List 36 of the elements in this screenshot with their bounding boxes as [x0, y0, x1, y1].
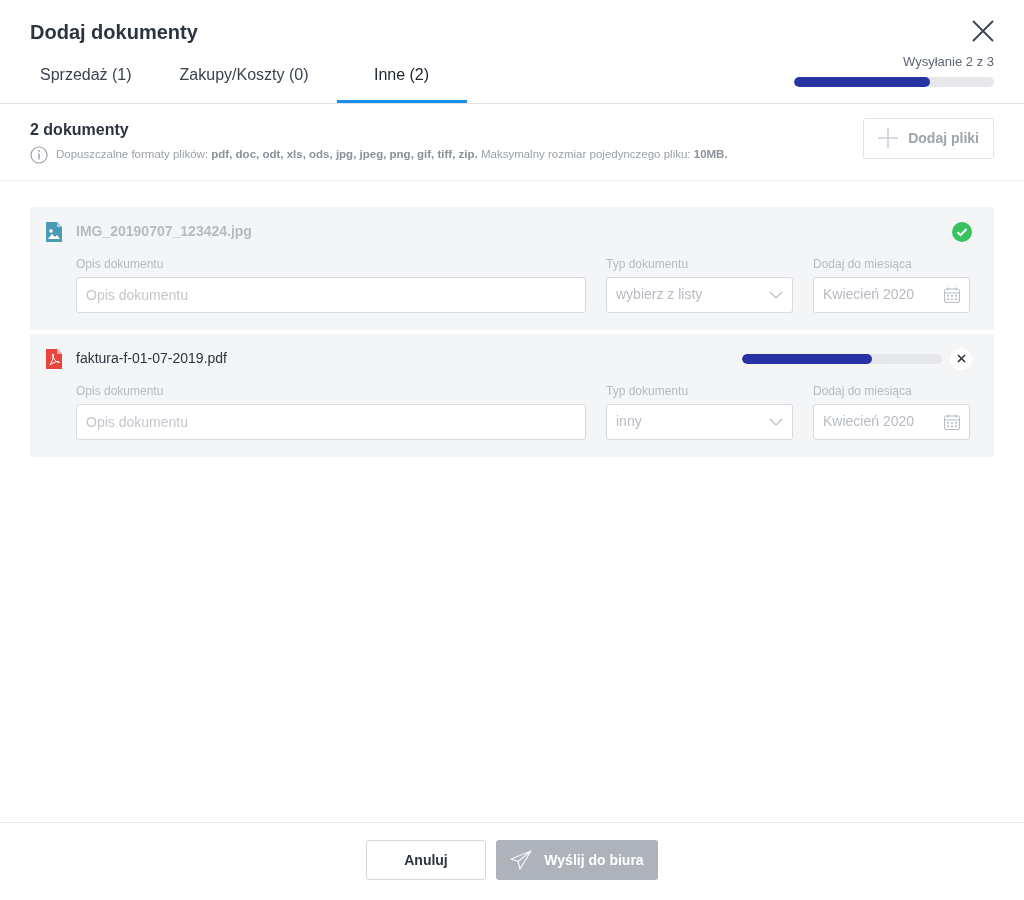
file-name: faktura-f-01-07-2019.pdf [76, 349, 228, 368]
tab[interactable]: Inne (2) [336, 62, 467, 103]
month-field[interactable]: Kwiecień 2020 [813, 403, 970, 440]
pdf-file-icon [46, 348, 62, 369]
calendar-icon [944, 413, 960, 430]
close-icon [972, 20, 994, 43]
cancel-upload-button[interactable] [950, 347, 972, 370]
tab[interactable]: Sprzedaż (1) [20, 62, 152, 103]
field-label: Typ dokumentu [606, 255, 690, 273]
description-field[interactable]: Opis dokumentu [76, 276, 586, 313]
image-file-icon [46, 221, 62, 242]
field-label: Dodaj do miesiąca [813, 255, 913, 273]
paper-plane-icon [510, 850, 533, 870]
document-type-select[interactable]: wybierz z listy [606, 276, 793, 313]
close-button[interactable] [972, 20, 994, 42]
field-label: Opis dokumentu [76, 382, 165, 400]
format-info-text: Dopuszczalne formaty plików: pdf, doc, odt, xls, ods, jpg, jpeg, png, gif, tiff, zip. Maksymalny rozmiar pojedynczego pliku: 10MB. [56, 146, 728, 162]
info-icon [30, 145, 48, 164]
check-circle-icon [952, 221, 972, 242]
calendar-icon [944, 286, 960, 303]
field-label: Typ dokumentu [606, 382, 690, 400]
file-name: IMG_20190707_123424.jpg [76, 222, 253, 241]
description-field[interactable]: Opis dokumentu [76, 403, 586, 440]
field-label: Dodaj do miesiąca [813, 382, 913, 400]
close-icon [956, 354, 966, 363]
chevron-down-icon [769, 417, 783, 426]
plus-icon [878, 128, 899, 148]
month-field[interactable]: Kwiecień 2020 [813, 276, 970, 313]
cancel-button[interactable]: Anuluj [366, 840, 486, 880]
dialog-title: Dodaj dokumenty [30, 20, 198, 44]
document-count: 2 dokumenty [30, 119, 130, 140]
field-label: Opis dokumentu [76, 255, 165, 273]
tab[interactable]: Zakupy/Koszty (0) [159, 62, 329, 103]
document-type-select[interactable]: inny [606, 403, 793, 440]
upload-status-label: Wysyłanie 2 z 3 [903, 53, 994, 71]
chevron-down-icon [769, 290, 783, 299]
